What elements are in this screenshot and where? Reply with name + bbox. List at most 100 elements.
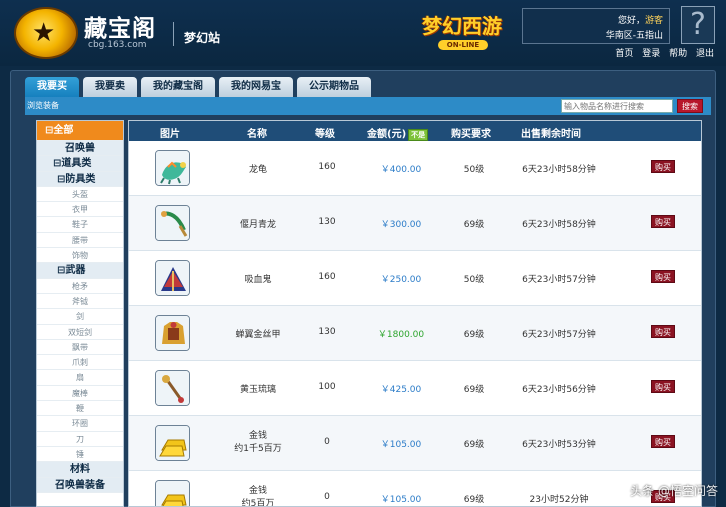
item-price: ￥250.00	[380, 275, 422, 285]
game-logo-title: 梦幻西游	[422, 14, 502, 38]
item-name[interactable]: 黄玉琉璃	[209, 382, 307, 395]
game-logo-subtitle: ON-LINE	[438, 40, 488, 50]
home-link[interactable]: 首页	[615, 49, 633, 59]
sidebar-item[interactable]: 召唤兽	[37, 141, 123, 157]
main-tabs: 我要买 我要卖 我的藏宝阁 我的网易宝 公示期物品	[25, 77, 375, 97]
tab-my-cangbaoge[interactable]: 我的藏宝阁	[141, 77, 215, 97]
site-name: 梦幻站	[184, 31, 221, 45]
sidebar-item[interactable]: 鞭	[37, 401, 123, 417]
item-requirement: 69级	[463, 220, 485, 230]
sidebar-item[interactable]: 扇	[37, 370, 123, 386]
buy-button[interactable]: 购买	[651, 215, 675, 228]
table-row[interactable]: 蝉翼金丝甲 130 ￥1800.00 69级 6天23小时57分钟 购买	[129, 306, 701, 361]
item-name-line1: 蝉翼金丝甲	[235, 330, 281, 340]
sidebar-item[interactable]: 材料	[37, 462, 123, 478]
sidebar-item[interactable]: 头盔	[37, 187, 123, 203]
sidebar-item[interactable]: 双短剑	[37, 325, 123, 340]
sidebar-item[interactable]: 剑	[37, 309, 123, 325]
logout-link[interactable]: 退出	[696, 49, 714, 59]
tab-public-items[interactable]: 公示期物品	[297, 77, 371, 97]
sidebar-item[interactable]: ⊟全部	[37, 121, 123, 141]
vampire-fan-icon[interactable]	[155, 260, 190, 296]
item-name[interactable]: 吸血鬼	[209, 272, 307, 285]
dragon-tortoise-icon[interactable]	[155, 150, 190, 186]
tab-buy[interactable]: 我要买	[25, 77, 79, 97]
header-level[interactable]: 等级	[315, 125, 335, 140]
buy-button[interactable]: 购买	[651, 325, 675, 338]
table-row[interactable]: 金钱 约5百万 0 ￥105.00 69级 23小时52分钟 购买	[129, 471, 701, 507]
jade-dragon-blade-icon[interactable]	[155, 205, 190, 241]
logo-divider	[173, 22, 174, 46]
sidebar-item[interactable]: 召唤兽装备	[37, 477, 123, 493]
item-name[interactable]: 偃月青龙	[209, 217, 307, 230]
item-name[interactable]: 龙龟	[209, 162, 307, 175]
item-table: 图片 名称 等级 金额(元) 不是 购买要求 出售剩余时间 龙龟 160 ￥400.0…	[128, 120, 702, 507]
item-name-line1: 黄玉琉璃	[239, 385, 276, 395]
tab-my-wangyibao[interactable]: 我的网易宝	[219, 77, 293, 97]
table-row[interactable]: 龙龟 160 ￥400.00 50级 6天23小时58分钟 购买	[129, 141, 701, 196]
item-price: ￥1800.00	[377, 330, 425, 340]
table-row[interactable]: 吸血鬼 160 ￥250.00 50级 6天23小时57分钟 购买	[129, 251, 701, 306]
tab-sell[interactable]: 我要卖	[83, 77, 137, 97]
help-icon[interactable]: ?	[681, 6, 715, 44]
table-row[interactable]: 偃月青龙 130 ￥300.00 69级 6天23小时58分钟 购买	[129, 196, 701, 251]
sidebar-item[interactable]: 环圈	[37, 416, 123, 432]
item-name[interactable]: 金钱 约1千5百万	[209, 428, 307, 454]
item-time-left: 6天23小时56分钟	[522, 385, 596, 395]
item-time-left: 6天23小时53分钟	[522, 440, 596, 450]
header-time-left[interactable]: 出售剩余时间	[521, 125, 581, 140]
item-time-left: 6天23小时58分钟	[522, 220, 596, 230]
sidebar-item[interactable]: 枪矛	[37, 279, 123, 294]
golden-armor-icon[interactable]	[155, 315, 190, 351]
sidebar-item[interactable]: 锤	[37, 447, 123, 463]
sidebar-item[interactable]: ⊟道具类	[37, 156, 123, 172]
watermark: 头条 @悟空问答	[630, 484, 718, 498]
jade-scepter-icon[interactable]	[155, 370, 190, 406]
sidebar-item[interactable]: 魔棒	[37, 386, 123, 402]
buy-button[interactable]: 购买	[651, 270, 675, 283]
item-name-line2: 约5百万	[241, 499, 275, 507]
price-tag: 不是	[408, 129, 429, 141]
header-price[interactable]: 金额(元) 不是	[367, 125, 429, 141]
login-link[interactable]: 登录	[642, 49, 660, 59]
browse-label: 浏览装备	[27, 101, 59, 110]
item-name[interactable]: 金钱 约5百万	[209, 483, 307, 507]
item-name-line1: 偃月青龙	[239, 220, 276, 230]
item-time-left: 23小时52分钟	[529, 495, 589, 505]
sidebar-item[interactable]: ⊟防具类	[37, 171, 123, 187]
sidebar-item[interactable]: 斧钺	[37, 294, 123, 310]
search-button[interactable]: 搜索	[677, 99, 703, 113]
sidebar-item[interactable]: ⊟武器	[37, 263, 123, 279]
gold-ingot-icon[interactable]	[155, 425, 190, 461]
item-requirement: 69级	[463, 495, 485, 505]
greeting-line: 您好，游客	[618, 13, 663, 26]
sidebar-item[interactable]: 鞋子	[37, 217, 123, 233]
item-name-line1: 金钱	[248, 431, 267, 441]
sidebar-item[interactable]: 飘带	[37, 340, 123, 356]
guest-name[interactable]: 游客	[645, 16, 663, 26]
top-header: ★ 藏宝阁 cbg.163.com 梦幻站 梦幻西游 ON-LINE 您好，游客…	[0, 0, 726, 66]
buy-button[interactable]: 购买	[651, 160, 675, 173]
sidebar-item[interactable]: 爪刺	[37, 355, 123, 371]
item-name[interactable]: 蝉翼金丝甲	[209, 327, 307, 340]
sidebar-item[interactable]: 饰物	[37, 248, 123, 264]
table-row[interactable]: 金钱 约1千5百万 0 ￥105.00 69级 6天23小时53分钟 购买	[129, 416, 701, 471]
sidebar-item[interactable]: 刀	[37, 432, 123, 447]
sidebar-item[interactable]: 衣甲	[37, 202, 123, 218]
gold-ingot-icon[interactable]	[155, 480, 190, 506]
cangbaoge-logo-icon[interactable]: ★	[14, 7, 78, 59]
game-logo[interactable]: 梦幻西游 ON-LINE	[420, 10, 504, 50]
search-input[interactable]	[561, 99, 673, 113]
table-header: 图片 名称 等级 金额(元) 不是 购买要求 出售剩余时间	[129, 121, 701, 141]
help-link[interactable]: 帮助	[669, 49, 687, 59]
buy-button[interactable]: 购买	[651, 380, 675, 393]
header-image: 图片	[160, 129, 180, 140]
item-level: 0	[324, 437, 330, 447]
table-row[interactable]: 黄玉琉璃 100 ￥425.00 69级 6天23小时56分钟 购买	[129, 361, 701, 416]
logo-domain: cbg.163.com	[88, 40, 147, 50]
buy-button[interactable]: 购买	[651, 435, 675, 448]
logo-title[interactable]: 藏宝阁	[84, 9, 156, 43]
item-level: 130	[318, 217, 336, 227]
category-sidebar: ⊟全部 召唤兽 ⊟道具类 ⊟防具类 头盔 衣甲 鞋子 腰带 饰物 ⊟武器 枪矛 斧钺剑双短剑 飘带 爪刺扇…	[36, 120, 124, 507]
sidebar-item[interactable]: 腰带	[37, 233, 123, 249]
